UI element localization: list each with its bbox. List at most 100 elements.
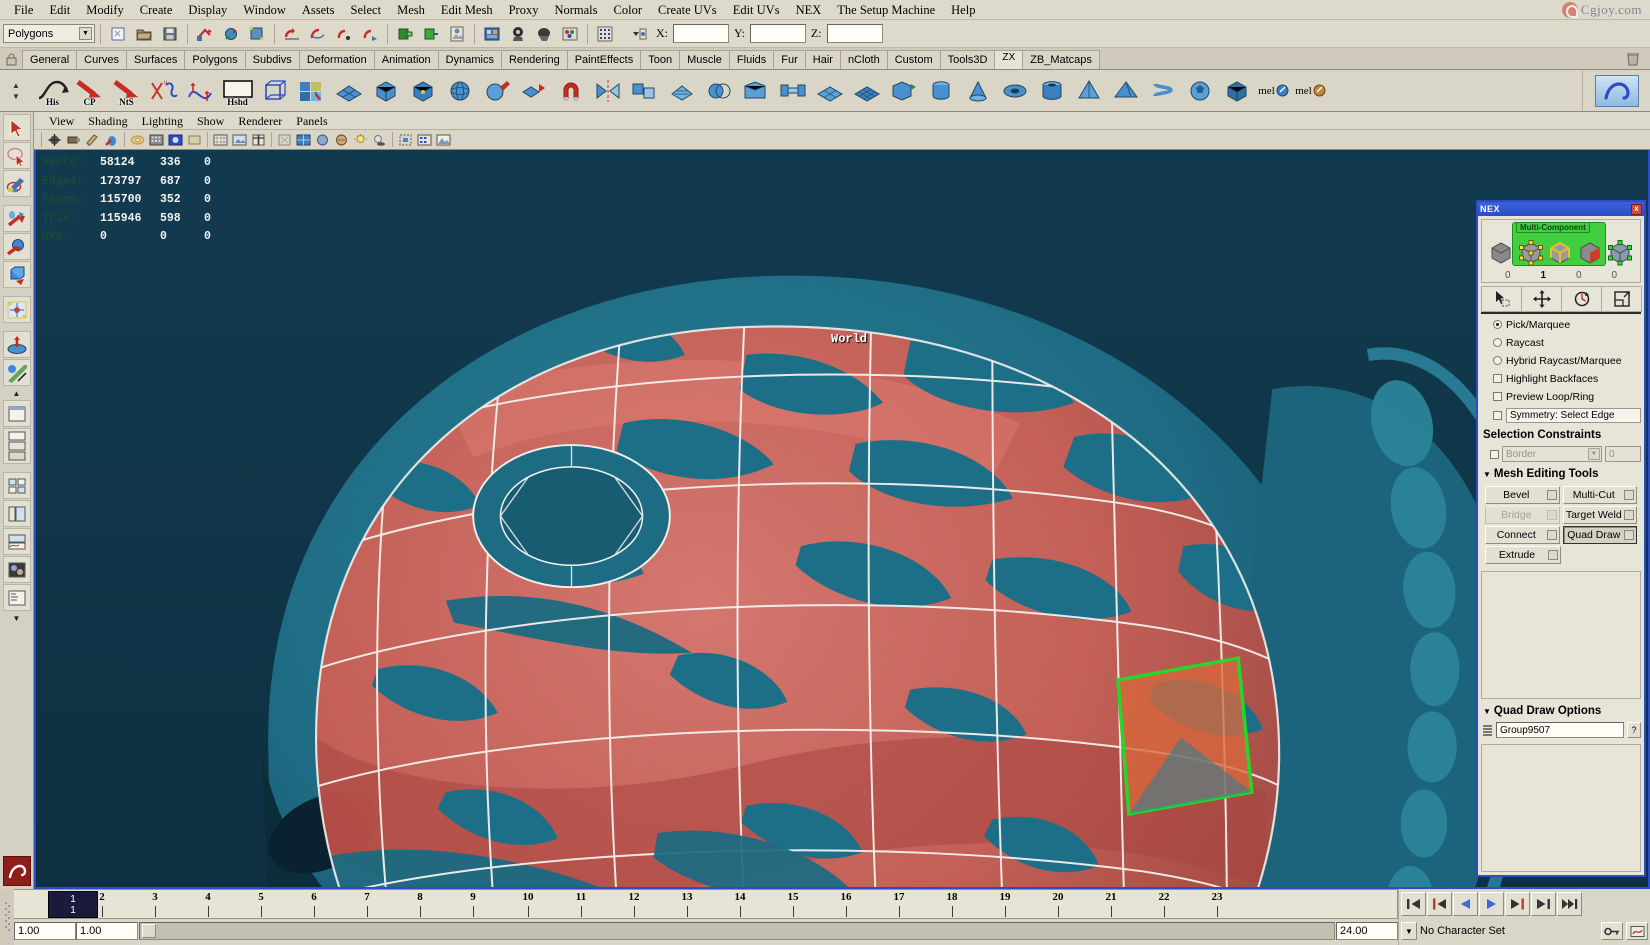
menu-the-setup-machine[interactable]: The Setup Machine xyxy=(829,0,943,20)
nex-constraint-dropdown[interactable]: Border ▼ xyxy=(1502,446,1602,462)
shelf-item-cp[interactable]: CP xyxy=(71,73,108,108)
shelf-tab-fluids[interactable]: Fluids xyxy=(729,50,774,69)
viewport-menu-lighting[interactable]: Lighting xyxy=(135,112,190,130)
coord-field-z[interactable] xyxy=(827,24,883,43)
viewport-menu-show[interactable]: Show xyxy=(190,112,231,130)
menu-create-uvs[interactable]: Create UVs xyxy=(650,0,725,20)
shelf-tab-zb-matcaps[interactable]: ZB_Matcaps xyxy=(1022,50,1100,69)
shelf-item-sculpt-tool[interactable] xyxy=(478,73,515,108)
exposure-icon[interactable] xyxy=(434,131,453,149)
nex-mode-pick-marquee[interactable]: Pick/Marquee xyxy=(1481,317,1641,332)
shelf-item-append-polygon[interactable] xyxy=(885,73,922,108)
nex-symmetry-value[interactable]: Symmetry: Select Edge xyxy=(1506,408,1641,423)
connect-button[interactable]: Connect xyxy=(1485,526,1560,544)
extrude-button[interactable]: Extrude xyxy=(1485,546,1561,564)
shelf-tab-zx[interactable]: ZX xyxy=(994,50,1023,69)
nex-highlight-backfaces[interactable]: Highlight Backfaces xyxy=(1481,371,1641,386)
select-tool[interactable] xyxy=(3,114,31,141)
vertex-mode-icon[interactable] xyxy=(1518,239,1545,269)
shelf-item-poly-plane-grid[interactable] xyxy=(811,73,848,108)
shelf-item-curve-tool[interactable] xyxy=(182,73,219,108)
grid-toggle-icon[interactable] xyxy=(166,131,185,149)
shelf-tab-toon[interactable]: Toon xyxy=(640,50,680,69)
shelf-item-mel-script-a[interactable]: mel xyxy=(1255,73,1292,108)
menu-select[interactable]: Select xyxy=(343,0,390,20)
shelf-tab-polygons[interactable]: Polygons xyxy=(184,50,245,69)
bookmark-icon[interactable] xyxy=(102,131,121,149)
soft-modification-tool[interactable] xyxy=(3,331,31,358)
shelf-tab-deformation[interactable]: Deformation xyxy=(299,50,375,69)
menu-edit[interactable]: Edit xyxy=(41,0,78,20)
rotate-icon[interactable] xyxy=(1561,286,1602,312)
menu-help[interactable]: Help xyxy=(943,0,983,20)
selection-mode-dropdown[interactable]: Polygons ▼ xyxy=(3,24,95,43)
shelf-item-hardware-shading[interactable]: Hshd xyxy=(219,73,256,108)
nex-mesh-editing-tools-header[interactable]: ▼ Mesh Editing Tools xyxy=(1481,468,1641,480)
viewport-menu-panels[interactable]: Panels xyxy=(289,112,334,130)
menu-proxy[interactable]: Proxy xyxy=(501,0,547,20)
step-forward-key-button[interactable] xyxy=(1531,892,1556,916)
snap-grid-icon[interactable] xyxy=(280,22,304,46)
go-to-end-button[interactable] xyxy=(1557,892,1582,916)
open-scene-icon[interactable] xyxy=(132,22,156,46)
playback-start-time-field[interactable]: 1.00 xyxy=(76,922,138,940)
menu-edit-uvs[interactable]: Edit UVs xyxy=(725,0,788,20)
lock-camera-icon[interactable] xyxy=(64,131,83,149)
target-weld-button[interactable]: Target Weld xyxy=(1563,506,1638,524)
select-by-hierarchy-icon[interactable] xyxy=(193,22,217,46)
shelf-item-poly-helix[interactable] xyxy=(1144,73,1181,108)
toggle-attribute-editor-icon[interactable] xyxy=(593,22,617,46)
shelf-item-wireframe-cube[interactable] xyxy=(256,73,293,108)
paint-select-tool[interactable] xyxy=(3,170,31,197)
go-to-start-button[interactable] xyxy=(1401,892,1426,916)
film-origin-icon[interactable] xyxy=(249,131,268,149)
options-icon[interactable] xyxy=(1547,530,1557,540)
select-arrow-icon[interactable] xyxy=(1481,286,1522,312)
options-icon[interactable] xyxy=(1624,510,1634,520)
shelf-item-mel-script-b[interactable]: mel xyxy=(1292,73,1329,108)
shelf-item-magnet-a[interactable] xyxy=(552,73,589,108)
viewport-menu-renderer[interactable]: Renderer xyxy=(231,112,289,130)
menu-display[interactable]: Display xyxy=(180,0,235,20)
layout-hypershade-persp[interactable] xyxy=(3,556,31,583)
shelf-item-mirror-geometry[interactable] xyxy=(589,73,626,108)
numeric-input-dropdown[interactable] xyxy=(627,22,651,46)
select-camera-icon[interactable] xyxy=(45,131,64,149)
character-set-dropdown[interactable]: ▼ xyxy=(1401,922,1417,940)
shelf-item-poly-plane[interactable] xyxy=(330,73,367,108)
face-mode-icon[interactable] xyxy=(1577,239,1604,269)
shelf-tab-hair[interactable]: Hair xyxy=(805,50,841,69)
film-gate-icon[interactable] xyxy=(185,131,204,149)
menu-window[interactable]: Window xyxy=(235,0,294,20)
layout-quick-stack[interactable] xyxy=(3,428,31,464)
nex-quad-draw-mesh-value[interactable]: Group9507 xyxy=(1496,722,1624,738)
shelf-item-smooth[interactable] xyxy=(663,73,700,108)
time-slider[interactable]: 1 1 2 3 4 5 6 7 8 9 10 11 12 13 14 xyxy=(14,889,1398,919)
move-tool[interactable] xyxy=(3,205,31,232)
render-settings-icon[interactable] xyxy=(506,22,530,46)
toolbox-scroll-down-icon[interactable]: ▼ xyxy=(13,614,21,623)
nex-title-bar[interactable]: NEX x xyxy=(1478,202,1644,216)
scale-expand-icon[interactable] xyxy=(1601,286,1642,312)
shelf-scroll-controls[interactable]: ▲ ▼ xyxy=(6,72,26,110)
auto-key-icon[interactable] xyxy=(1601,922,1623,940)
shelf-tab-dynamics[interactable]: Dynamics xyxy=(438,50,502,69)
options-icon[interactable] xyxy=(1624,530,1634,540)
close-icon[interactable]: x xyxy=(1631,204,1642,215)
nex-symmetry-row[interactable]: Symmetry: Select Edge xyxy=(1481,408,1641,423)
toolbox-scroll-up-icon[interactable]: ▲ xyxy=(13,389,21,398)
menu-mesh[interactable]: Mesh xyxy=(389,0,433,20)
shelf-item-poly-soccer[interactable] xyxy=(1181,73,1218,108)
shelf-item-extract-faces[interactable] xyxy=(515,73,552,108)
quad-draw-button[interactable]: Quad Draw xyxy=(1563,526,1638,544)
construction-history-off-icon[interactable] xyxy=(419,22,443,46)
shelf-item-poly-grid-dense[interactable] xyxy=(848,73,885,108)
options-icon[interactable] xyxy=(1547,490,1557,500)
multi-component-mode-icon[interactable] xyxy=(1607,239,1634,269)
menu-assets[interactable]: Assets xyxy=(294,0,343,20)
list-icon[interactable] xyxy=(1481,723,1493,737)
step-back-frame-button[interactable] xyxy=(1453,892,1478,916)
shelf-item-poly-prism[interactable] xyxy=(1070,73,1107,108)
animation-preferences-icon[interactable] xyxy=(1626,922,1648,940)
nex-quad-draw-options-header[interactable]: ▼ Quad Draw Options xyxy=(1481,705,1641,717)
